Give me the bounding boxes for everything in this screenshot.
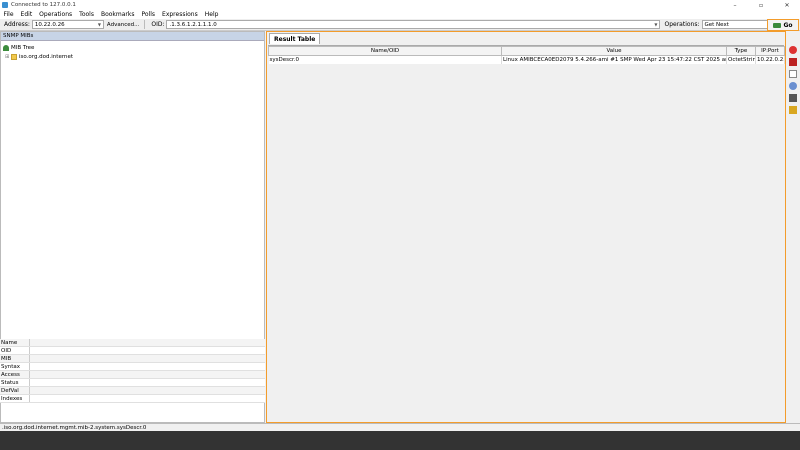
edit-icon[interactable] [789,94,797,102]
document-icon[interactable] [789,70,797,78]
close-red-icon[interactable] [789,46,797,54]
chevron-down-icon: ▼ [97,22,101,27]
menu-edit[interactable]: Edit [17,11,36,18]
graph-icon[interactable] [789,106,797,114]
snmp-mibs-header: SNMP MIBs [1,32,264,41]
column-header-value[interactable]: Value [501,46,727,56]
maximize-button[interactable]: ▫ [748,0,774,10]
prop-row-indexes: Indexes [0,395,265,403]
table-row[interactable]: sysDescr.0 Linux AMIBCECA0ED2079 5.4.266… [268,55,785,64]
tree-node-mib-tree[interactable]: MIB Tree [3,43,262,52]
operations-value: Get Next [704,21,729,28]
address-value: 10.22.0.26 [34,21,65,28]
menu-expressions[interactable]: Expressions [159,11,202,18]
minimize-button[interactable]: – [722,0,748,10]
expand-icon[interactable]: ⊞ [5,54,10,60]
status-bar: .iso.org.dod.internet.mgmt.mib-2.system.… [0,423,800,431]
menu-file[interactable]: File [0,11,17,18]
toolbar: Address: 10.22.0.26 ▼ Advanced... OID: .… [0,19,800,31]
operations-label: Operations: [664,21,700,28]
toolbar-divider [144,20,146,29]
menu-bookmarks[interactable]: Bookmarks [97,11,138,18]
cell-type: OctetString [726,55,756,64]
address-label: Address: [4,21,30,28]
mib-tree: MIB Tree ⊞ iso.org.dod.internet [1,41,264,63]
advanced-button[interactable]: Advanced... [104,20,142,29]
menu-polls[interactable]: Polls [138,11,159,18]
go-label: Go [783,21,793,29]
side-toolbar [787,46,799,114]
result-tabs: Result Table [267,32,785,44]
cell-value: Linux AMIBCECA0ED2079 5.4.266-ami #1 SMP… [501,55,727,64]
prop-row-name: Name [0,339,265,347]
column-header-ip-port[interactable]: IP:Port [755,46,785,56]
result-table-container: Name/OID Value Type IP:Port sysDescr.0 L… [268,45,785,421]
mib-browser-icon [2,2,8,8]
tab-result-table[interactable]: Result Table [269,33,321,44]
menu-operations[interactable]: Operations [36,11,76,18]
menu-bar: File Edit Operations Tools Bookmarks Pol… [0,10,800,19]
prop-row-syntax: Syntax [0,363,265,371]
folder-icon [11,53,17,60]
title-bar: Connected to 127.0.0.1 – ▫ ✕ [0,0,800,10]
menu-help[interactable]: Help [201,11,222,18]
tree-node-internet[interactable]: ⊞ iso.org.dod.internet [3,52,262,61]
cell-ip-port: 10.22.0.2... [755,55,785,64]
close-button[interactable]: ✕ [774,0,800,10]
tree-node-label: MIB Tree [11,44,35,51]
mib-properties-table: Name OID MIB Syntax Access Status DefVal… [0,339,265,403]
window-title: Connected to 127.0.0.1 [11,2,76,8]
go-button[interactable]: Go [767,19,799,31]
go-arrow-icon [773,22,782,28]
address-combo[interactable]: 10.22.0.26 ▼ [31,20,104,29]
prop-row-mib: MIB [0,355,265,363]
search-icon[interactable] [789,82,797,90]
prop-row-oid: OID [0,347,265,355]
os-taskbar [0,431,800,450]
tree-icon [3,44,9,51]
column-header-type[interactable]: Type [726,46,756,56]
prop-row-access: Access [0,371,265,379]
operations-select[interactable]: Get Next ▼ [701,20,776,29]
window-controls: – ▫ ✕ [722,0,800,10]
result-header-row: Name/OID Value Type IP:Port [268,46,785,56]
oid-label: OID: [151,21,165,28]
cell-name-oid: sysDescr.0 [268,55,502,64]
oid-value: .1.3.6.1.2.1.1.1.0 [169,21,217,28]
column-header-name-oid[interactable]: Name/OID [268,46,502,56]
oid-field[interactable]: .1.3.6.1.2.1.1.1.0 ▼ [166,20,661,29]
prop-row-status: Status [0,379,265,387]
chevron-down-icon: ▼ [654,22,658,27]
result-table: Name/OID Value Type IP:Port sysDescr.0 L… [268,46,785,64]
tree-node-label: iso.org.dod.internet [19,53,74,60]
result-panel: Result Table Name/OID Value Type IP:Port… [266,31,786,423]
save-icon[interactable] [789,58,797,66]
menu-tools[interactable]: Tools [76,11,98,18]
prop-row-defval: DefVal [0,387,265,395]
